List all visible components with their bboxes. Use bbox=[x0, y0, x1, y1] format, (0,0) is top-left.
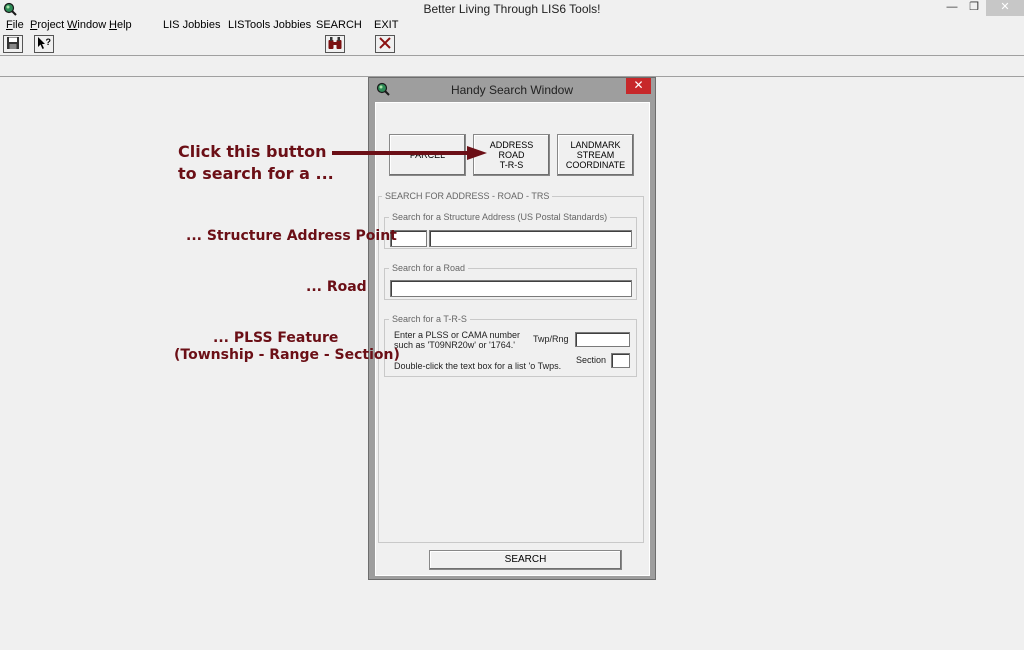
app-title: Better Living Through LIS6 Tools! bbox=[423, 2, 601, 16]
street-address-input[interactable] bbox=[429, 230, 632, 247]
trs-line: T-R-S bbox=[499, 160, 524, 170]
dialog-close-button[interactable]: ✕ bbox=[626, 78, 651, 94]
dialog-body: PARCEL ADDRESS ROAD T-R-S LANDMARK STREA… bbox=[375, 102, 650, 576]
minimize-button[interactable]: — bbox=[942, 0, 962, 16]
dialog-titlebar: Handy Search Window ✕ bbox=[369, 78, 655, 100]
annotation-structure: ... Structure Address Point bbox=[186, 228, 397, 244]
dialog-title: Handy Search Window bbox=[450, 83, 574, 97]
landmark-line: LANDMARK bbox=[570, 140, 621, 150]
toolbar: ? bbox=[0, 34, 1024, 56]
coordinate-line: COORDINATE bbox=[565, 160, 626, 170]
menu-exit[interactable]: EXIT bbox=[374, 19, 398, 31]
binoculars-icon bbox=[327, 36, 343, 53]
menu-window[interactable]: Window bbox=[67, 19, 106, 31]
structure-address-group-label: Search for a Structure Address (US Posta… bbox=[389, 212, 611, 222]
menu-listools-jobbies[interactable]: LISTools Jobbies bbox=[228, 19, 311, 31]
twp-rng-label: Twp/Rng bbox=[533, 334, 569, 344]
close-icon: ✕ bbox=[1000, 1, 1010, 13]
address-line: ADDRESS bbox=[489, 140, 534, 150]
close-icon: ✕ bbox=[633, 78, 644, 92]
menu-file[interactable]: File bbox=[6, 19, 24, 31]
section-label: Section bbox=[576, 355, 607, 365]
search-for-group-label: SEARCH FOR ADDRESS - ROAD - TRS bbox=[382, 191, 553, 201]
menu-bar: File Project Window Help LIS Jobbies LIS… bbox=[0, 19, 1024, 34]
trs-group-label: Search for a T-R-S bbox=[389, 314, 470, 324]
search-button[interactable]: SEARCH bbox=[429, 550, 622, 570]
floppy-disk-icon bbox=[6, 36, 20, 53]
x-close-icon bbox=[378, 36, 392, 53]
search-toolbar-button[interactable] bbox=[325, 35, 345, 53]
annotation-plss-line1: ... PLSS Feature bbox=[213, 330, 339, 346]
pointer-help-icon: ? bbox=[36, 36, 52, 53]
menu-help[interactable]: Help bbox=[109, 19, 132, 31]
landmark-stream-coordinate-button[interactable]: LANDMARK STREAM COORDINATE bbox=[557, 134, 634, 176]
maximize-button[interactable]: ❐ bbox=[964, 0, 984, 16]
exit-toolbar-button[interactable] bbox=[375, 35, 395, 53]
save-button[interactable] bbox=[3, 35, 23, 53]
annotation-road: ... Road bbox=[306, 279, 367, 295]
app-titlebar: Better Living Through LIS6 Tools! — ❐ ✕ bbox=[0, 0, 1024, 18]
annotation-click-line1: Click this button bbox=[178, 142, 327, 161]
twps-hint: Double-click the text box for a list 'o … bbox=[394, 361, 562, 371]
twp-rng-input[interactable] bbox=[575, 332, 630, 347]
menu-lis-jobbies[interactable]: LIS Jobbies bbox=[163, 19, 220, 31]
annotation-arrow bbox=[332, 146, 487, 160]
stream-line: STREAM bbox=[576, 150, 615, 160]
context-help-button[interactable]: ? bbox=[34, 35, 54, 53]
menu-search[interactable]: SEARCH bbox=[316, 19, 362, 31]
annotation-plss-line2: (Township - Range - Section) bbox=[174, 347, 400, 363]
close-button[interactable]: ✕ bbox=[986, 0, 1024, 16]
road-group-label: Search for a Road bbox=[389, 263, 469, 273]
trs-hint-line2: such as 'T09NR20w' or '1764.' bbox=[394, 340, 515, 350]
section-input[interactable] bbox=[611, 353, 630, 368]
annotation-click-line2: to search for a ... bbox=[178, 164, 334, 183]
road-input[interactable] bbox=[390, 280, 632, 297]
road-line: ROAD bbox=[498, 150, 525, 160]
svg-text:?: ? bbox=[46, 37, 52, 47]
trs-hint-line1: Enter a PLSS or CAMA number bbox=[394, 330, 521, 340]
menu-project[interactable]: Project bbox=[30, 19, 64, 31]
